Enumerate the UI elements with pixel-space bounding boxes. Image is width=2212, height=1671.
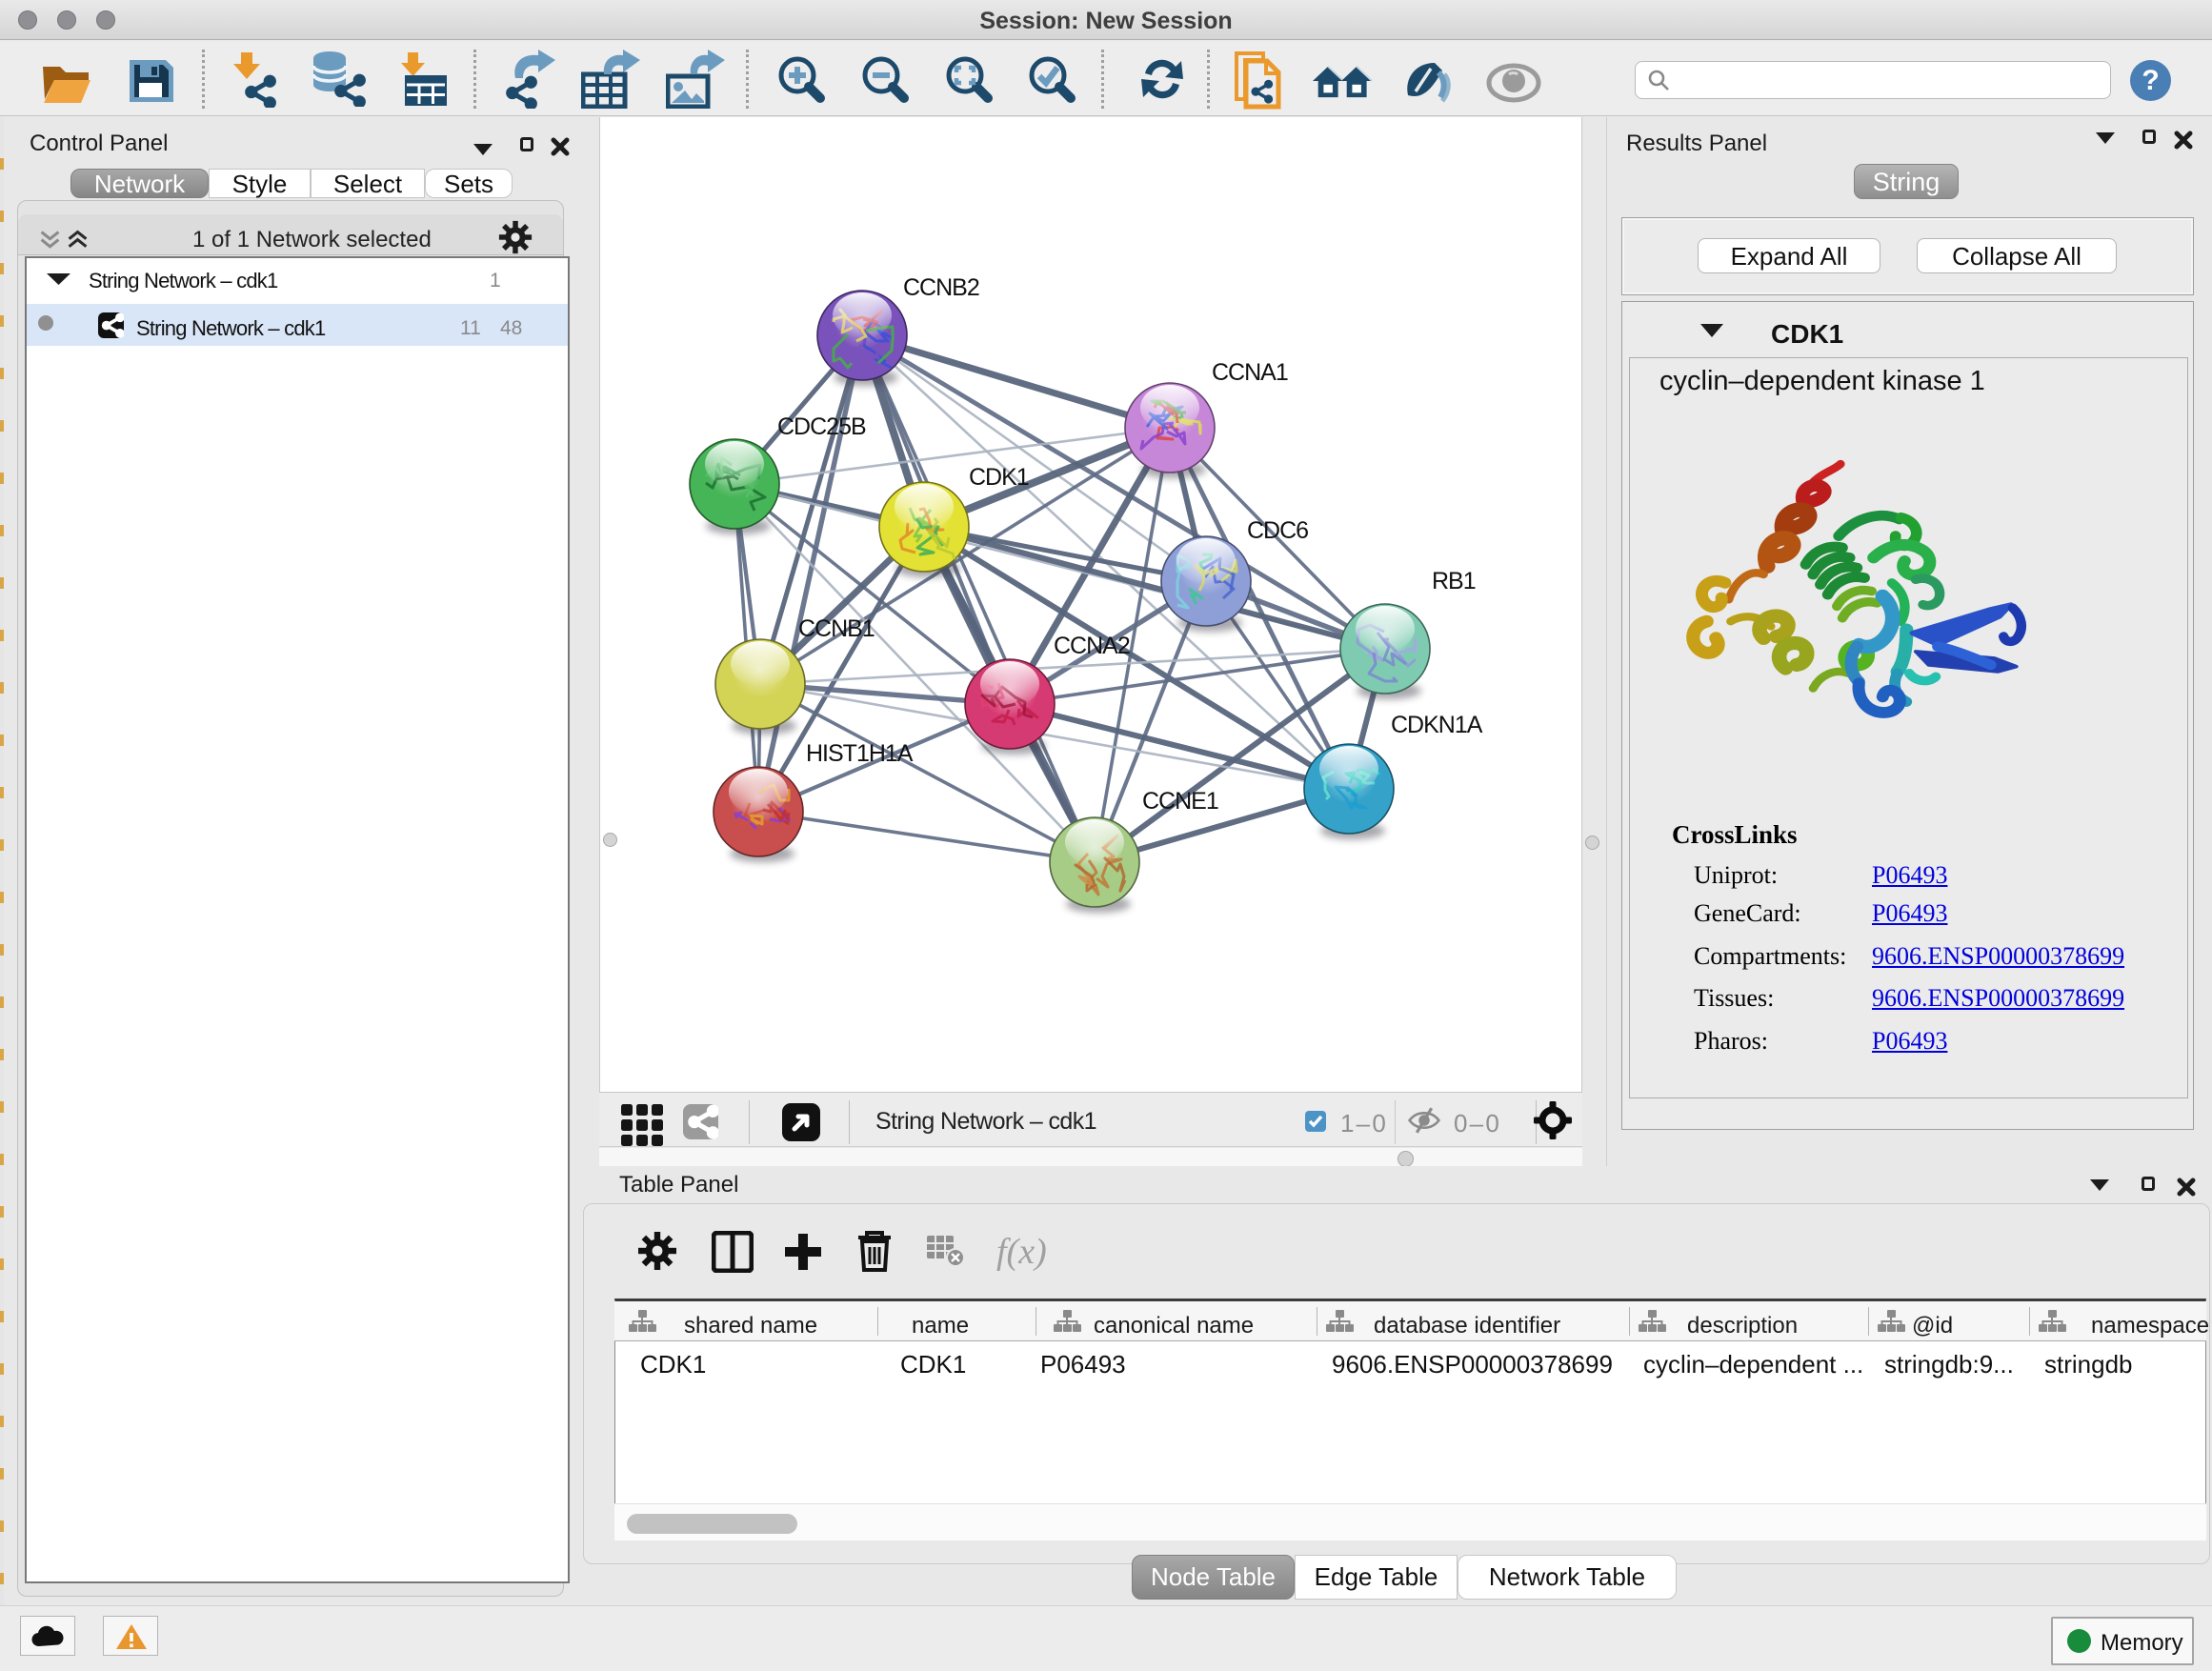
svg-text:CCNB2: CCNB2 bbox=[903, 274, 979, 301]
svg-text:CDK1: CDK1 bbox=[969, 464, 1029, 491]
svg-text:CDKN1A: CDKN1A bbox=[1391, 712, 1483, 738]
svg-text:CCNA2: CCNA2 bbox=[1054, 633, 1130, 659]
svg-text:CCNE1: CCNE1 bbox=[1142, 788, 1218, 815]
svg-text:RB1: RB1 bbox=[1432, 568, 1476, 594]
svg-text:CDC6: CDC6 bbox=[1247, 517, 1308, 544]
svg-text:HIST1H1A: HIST1H1A bbox=[806, 740, 914, 767]
svg-text:CCNB1: CCNB1 bbox=[798, 615, 875, 642]
svg-text:CDC25B: CDC25B bbox=[777, 413, 866, 440]
svg-text:CCNA1: CCNA1 bbox=[1212, 359, 1288, 386]
